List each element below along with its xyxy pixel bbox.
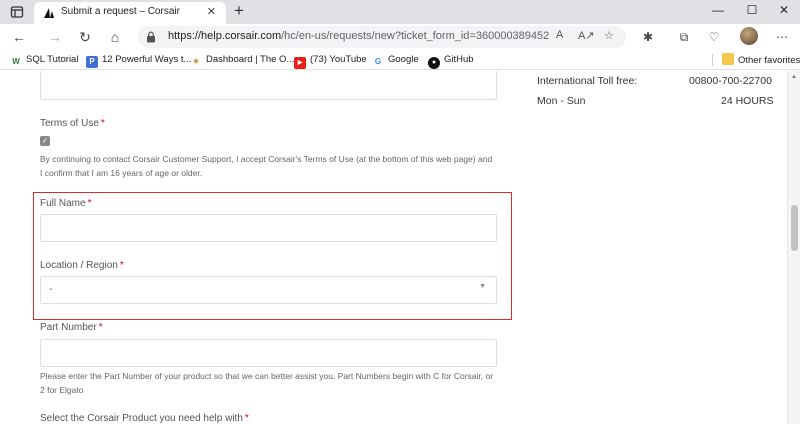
part-number-help: Please enter the Part Number of your pro…	[40, 371, 494, 395]
location-select-value: -	[49, 284, 53, 295]
tab-actions-icon[interactable]	[10, 5, 24, 19]
sidebar-hours-value: 24 HOURS	[721, 95, 774, 107]
read-aloud-icon[interactable]: A	[556, 29, 563, 41]
translate-icon[interactable]: A↗	[578, 29, 595, 42]
github-icon: ●	[428, 57, 440, 69]
dropdown-arrow-icon: ▼	[479, 283, 486, 290]
url-text: https://help.corsair.com/hc/en-us/reques…	[168, 30, 550, 42]
bookmark-google[interactable]: G Google	[372, 53, 419, 67]
sidebar-toll-free-label: International Toll free:	[537, 75, 638, 87]
youtube-icon: ▶	[294, 57, 306, 69]
w3schools-icon: W	[12, 57, 20, 66]
bookmark-12-powerful-ways[interactable]: P 12 Powerful Ways t...	[86, 53, 191, 68]
page-scrollbar[interactable]: ▲	[787, 71, 800, 424]
bookmark-youtube[interactable]: ▶ (73) YouTube	[294, 53, 367, 69]
bookmarks-separator	[712, 54, 713, 66]
scroll-up-icon[interactable]: ▲	[791, 74, 797, 80]
sidebar-toll-free-value: 00800-700-22700	[689, 75, 772, 87]
other-favorites[interactable]: Other favorites	[722, 53, 800, 67]
sidebar-hours-label: Mon - Sun	[537, 95, 586, 107]
bookmarks-bar: W SQL Tutorial P 12 Powerful Ways t... ✶ Da…	[0, 50, 800, 70]
product-label: Select the Corsair Product you need help…	[40, 413, 249, 424]
browser-essentials-icon[interactable]: ♡	[706, 29, 722, 45]
bookmark-sql-tutorial[interactable]: W SQL Tutorial	[10, 53, 78, 67]
scroll-thumb[interactable]	[791, 205, 798, 251]
folder-icon	[722, 53, 734, 65]
address-bar[interactable]: https://help.corsair.com/hc/en-us/reques…	[138, 26, 626, 48]
profile-avatar[interactable]	[740, 27, 758, 45]
tab-submit-request[interactable]: Submit a request – Corsair ✕	[34, 2, 226, 24]
bookmark-dashboard[interactable]: ✶ Dashboard | The O...	[190, 53, 295, 67]
previous-field-input[interactable]	[40, 71, 497, 100]
back-icon[interactable]: ←	[10, 28, 28, 46]
tab-title: Submit a request – Corsair	[61, 6, 180, 17]
minimize-icon[interactable]: —	[708, 3, 728, 17]
browser-toolbar: ← → ↻ ⌂ https://help.corsair.com/hc/en-u…	[0, 24, 800, 50]
close-window-icon[interactable]: ✕	[774, 3, 794, 17]
part-number-input[interactable]	[40, 339, 497, 367]
maximize-icon[interactable]: ☐	[742, 3, 762, 17]
page-icon: P	[86, 56, 98, 68]
google-icon: G	[374, 57, 382, 66]
location-label: Location / Region *	[40, 260, 124, 271]
home-icon[interactable]: ⌂	[106, 28, 124, 46]
full-name-label: Full Name *	[40, 198, 92, 209]
add-favorite-icon[interactable]: ☆	[604, 29, 614, 42]
location-select[interactable]: - ▼	[40, 276, 497, 304]
collections-icon[interactable]: ⧉	[676, 29, 692, 45]
page-content: Terms of Use * ✓ By continuing to contact…	[0, 71, 787, 424]
more-menu-icon[interactable]: ⋯	[774, 29, 790, 45]
corsair-sail-icon	[44, 8, 54, 18]
terms-checkbox[interactable]: ✓	[40, 136, 50, 146]
reload-icon[interactable]: ↻	[76, 28, 94, 46]
extensions-icon[interactable]: ✱	[640, 29, 656, 45]
dashboard-icon: ✶	[192, 57, 200, 66]
full-name-input[interactable]	[40, 214, 497, 242]
forward-icon[interactable]: →	[46, 28, 64, 46]
close-tab-icon[interactable]: ✕	[207, 5, 216, 18]
tab-strip: Submit a request – Corsair ✕ + — ☐ ✕	[0, 0, 800, 24]
new-tab-icon[interactable]: +	[234, 2, 244, 20]
bookmark-github[interactable]: ● GitHub	[428, 53, 474, 69]
terms-text: By continuing to contact Corsair Custome…	[40, 154, 493, 178]
part-number-label: Part Number *	[40, 322, 103, 333]
lock-icon	[147, 31, 155, 43]
terms-label: Terms of Use *	[40, 118, 105, 129]
